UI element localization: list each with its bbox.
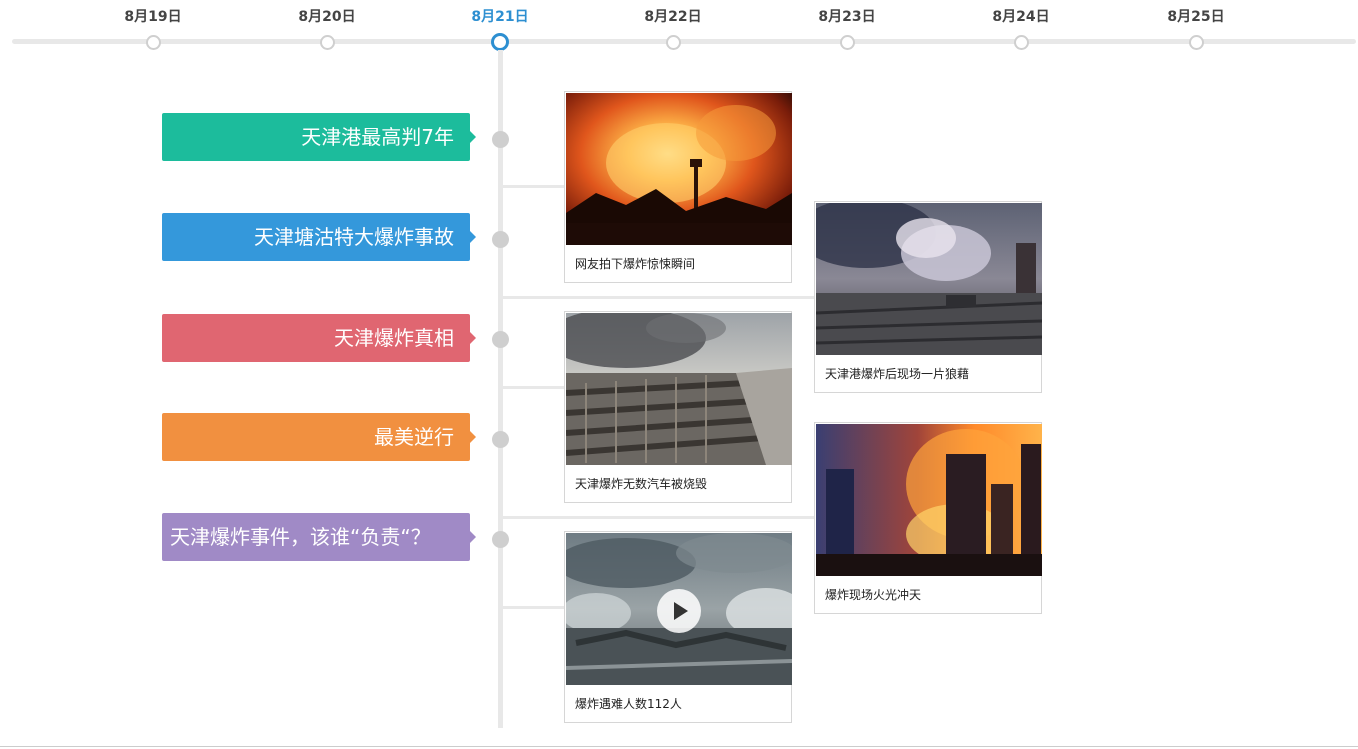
- timeline-page: 8月19日 8月20日 8月21日 8月22日 8月23日 8月24日 8月25…: [0, 0, 1358, 749]
- date-dot-icon[interactable]: [665, 35, 681, 50]
- date-dot-icon[interactable]: [1188, 35, 1204, 50]
- topic-label[interactable]: 天津爆炸真相: [334, 326, 454, 350]
- timeline-branch: [503, 516, 815, 519]
- topic-tag-verdict[interactable]: 天津港最高判7年: [162, 113, 476, 161]
- smoke-debris-image[interactable]: [816, 203, 1042, 355]
- date-node-0820[interactable]: 8月20日: [297, 8, 357, 50]
- date-node-0824[interactable]: 8月24日: [991, 8, 1051, 50]
- date-dot-icon[interactable]: [319, 35, 335, 50]
- vertical-timeline: [498, 50, 503, 728]
- news-card-aftermath[interactable]: 天津港爆炸后现场一片狼藉: [814, 201, 1042, 393]
- topic-label[interactable]: 天津爆炸事件，该谁“负责“？: [170, 525, 431, 549]
- divider: [0, 746, 1358, 747]
- card-caption[interactable]: 爆炸现场火光冲天: [825, 586, 921, 604]
- timeline-dot-icon: [492, 231, 509, 248]
- timeline-branch: [503, 386, 565, 389]
- card-caption[interactable]: 天津港爆炸后现场一片狼藉: [825, 365, 969, 383]
- date-dot-icon[interactable]: [1013, 35, 1029, 50]
- date-node-0819[interactable]: 8月19日: [123, 8, 183, 50]
- timeline-dot-icon: [492, 331, 509, 348]
- date-label[interactable]: 8月19日: [123, 8, 183, 26]
- topic-tag-responsibility[interactable]: 天津爆炸事件，该谁“负责“？: [162, 513, 476, 561]
- card-caption[interactable]: 网友拍下爆炸惊悚瞬间: [575, 255, 695, 273]
- date-dot-icon[interactable]: [145, 35, 161, 50]
- date-node-0822[interactable]: 8月22日: [643, 8, 703, 50]
- topic-label[interactable]: 最美逆行: [374, 425, 454, 449]
- date-label[interactable]: 8月21日: [470, 8, 530, 26]
- aerial-ruins-image[interactable]: [566, 533, 792, 685]
- news-card-burnt-cars[interactable]: 天津爆炸无数汽车被烧毁: [564, 311, 792, 503]
- date-node-0825[interactable]: 8月25日: [1166, 8, 1226, 50]
- topic-tag-truth[interactable]: 天津爆炸真相: [162, 314, 476, 362]
- date-label[interactable]: 8月25日: [1166, 8, 1226, 26]
- news-card-explosion-moment[interactable]: 网友拍下爆炸惊悚瞬间: [564, 91, 792, 283]
- timeline-dot-icon: [492, 531, 509, 548]
- date-label[interactable]: 8月24日: [991, 8, 1051, 26]
- date-label[interactable]: 8月22日: [643, 8, 703, 26]
- date-label[interactable]: 8月20日: [297, 8, 357, 26]
- card-caption[interactable]: 天津爆炸无数汽车被烧毁: [575, 475, 707, 493]
- date-dot-active-icon[interactable]: [491, 33, 509, 51]
- date-node-0823[interactable]: 8月23日: [817, 8, 877, 50]
- timeline-branch: [503, 296, 815, 299]
- topic-label[interactable]: 天津港最高判7年: [301, 125, 454, 149]
- timeline-dot-icon: [492, 131, 509, 148]
- fire-buildings-image[interactable]: [816, 424, 1042, 576]
- news-card-fire-sky[interactable]: 爆炸现场火光冲天: [814, 422, 1042, 614]
- topic-label[interactable]: 天津塘沽特大爆炸事故: [254, 225, 454, 249]
- topic-tag-heroes[interactable]: 最美逆行: [162, 413, 476, 461]
- date-label[interactable]: 8月23日: [817, 8, 877, 26]
- explosion-fireball-image[interactable]: [566, 93, 792, 245]
- topic-tag-accident[interactable]: 天津塘沽特大爆炸事故: [162, 213, 476, 261]
- date-node-0821-active[interactable]: 8月21日: [470, 8, 530, 51]
- news-card-casualties-video[interactable]: 爆炸遇难人数112人: [564, 531, 792, 723]
- date-dot-icon[interactable]: [839, 35, 855, 50]
- play-icon[interactable]: [657, 589, 701, 633]
- timeline-branch: [503, 185, 565, 188]
- timeline-branch: [503, 606, 565, 609]
- burnt-cars-image[interactable]: [566, 313, 792, 465]
- card-caption[interactable]: 爆炸遇难人数112人: [575, 695, 682, 713]
- timeline-dot-icon: [492, 431, 509, 448]
